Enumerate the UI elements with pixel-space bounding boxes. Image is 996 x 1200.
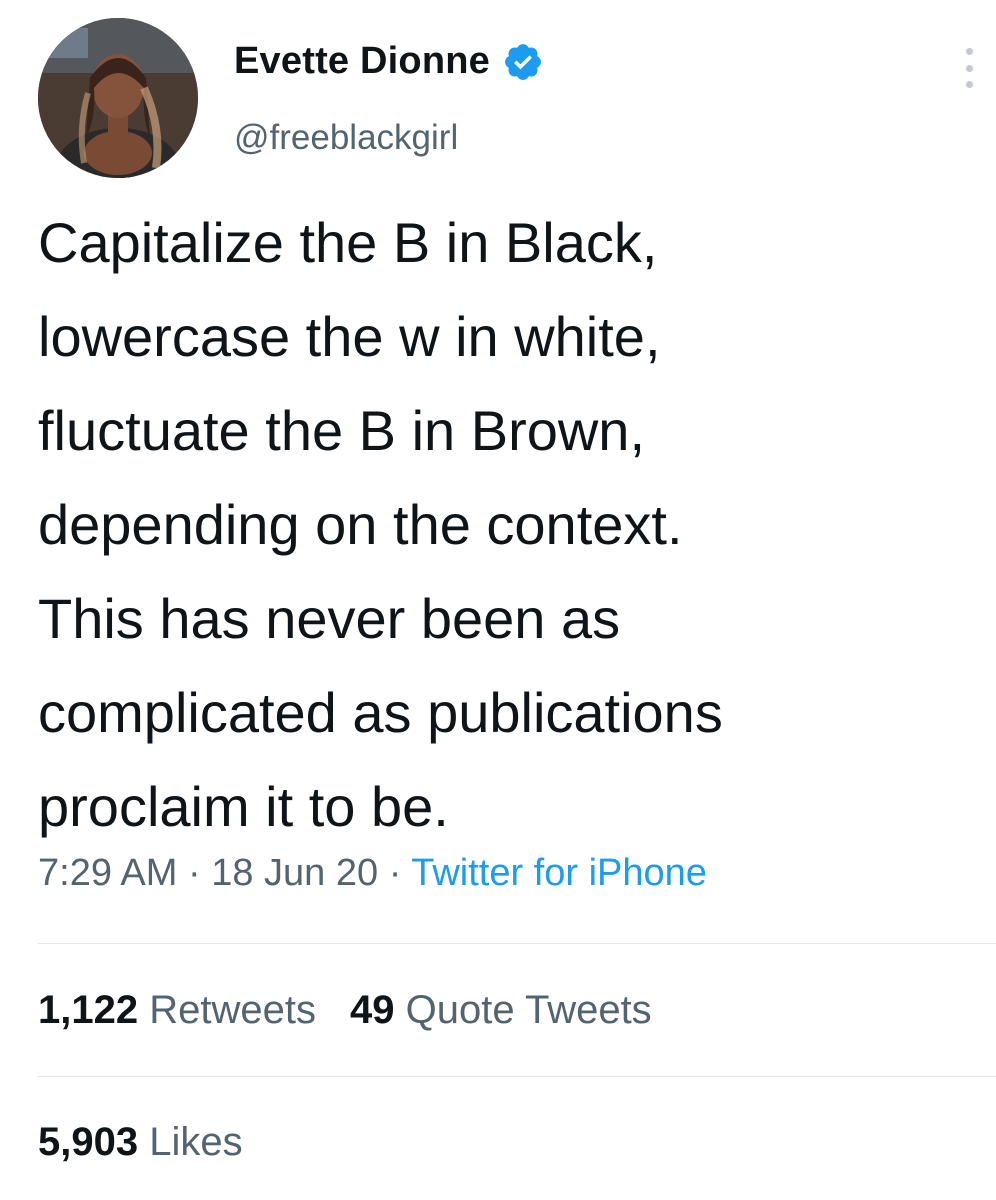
profile-photo xyxy=(38,18,198,178)
verified-badge-icon xyxy=(502,41,544,83)
engagement-row: 1,122 Retweets 49 Quote Tweets xyxy=(38,988,652,1033)
more-options-icon[interactable] xyxy=(960,48,978,88)
dot xyxy=(965,64,973,72)
author-display-name[interactable]: Evette Dionne xyxy=(234,40,490,83)
author-handle[interactable]: @freeblackgirl xyxy=(234,118,458,158)
dot xyxy=(965,48,973,55)
likes-stat[interactable]: 5,903 Likes xyxy=(38,1120,243,1164)
author-name-row[interactable]: Evette Dionne xyxy=(234,40,544,83)
likes-count: 5,903 xyxy=(38,1120,139,1164)
tweet-line: depending on the context. xyxy=(38,493,683,556)
tweet-line: fluctuate the B in Brown, xyxy=(38,399,646,462)
tweet-line: complicated as publications xyxy=(38,681,723,744)
dot xyxy=(965,81,973,88)
retweets-stat[interactable]: 1,122 Retweets xyxy=(38,988,316,1032)
likes-label: Likes xyxy=(149,1120,243,1164)
divider xyxy=(38,943,996,944)
tweet-date[interactable]: 18 Jun 20 xyxy=(211,852,378,894)
tweet-source-link[interactable]: Twitter for iPhone xyxy=(411,852,707,894)
avatar[interactable] xyxy=(38,18,198,178)
divider xyxy=(38,1076,996,1077)
tweet-meta: 7:29 AM · 18 Jun 20 · Twitter for iPhone xyxy=(38,852,707,895)
meta-separator: · xyxy=(388,852,402,894)
tweet-line: Capitalize the B in Black, xyxy=(38,211,658,274)
tweet-text: Capitalize the B in Black, lowercase the… xyxy=(38,196,978,854)
likes-row: 5,903 Likes xyxy=(38,1120,243,1165)
tweet-time[interactable]: 7:29 AM xyxy=(38,852,177,894)
quote-tweets-stat[interactable]: 49 Quote Tweets xyxy=(350,988,652,1032)
retweets-label: Retweets xyxy=(149,988,316,1032)
tweet-line: This has never been as xyxy=(38,587,621,650)
tweet-line: proclaim it to be. xyxy=(38,775,449,838)
quote-tweets-label: Quote Tweets xyxy=(405,988,652,1032)
tweet-line: lowercase the w in white, xyxy=(38,305,661,368)
meta-separator: · xyxy=(187,852,201,894)
retweets-count: 1,122 xyxy=(38,988,139,1032)
quote-tweets-count: 49 xyxy=(349,988,395,1032)
